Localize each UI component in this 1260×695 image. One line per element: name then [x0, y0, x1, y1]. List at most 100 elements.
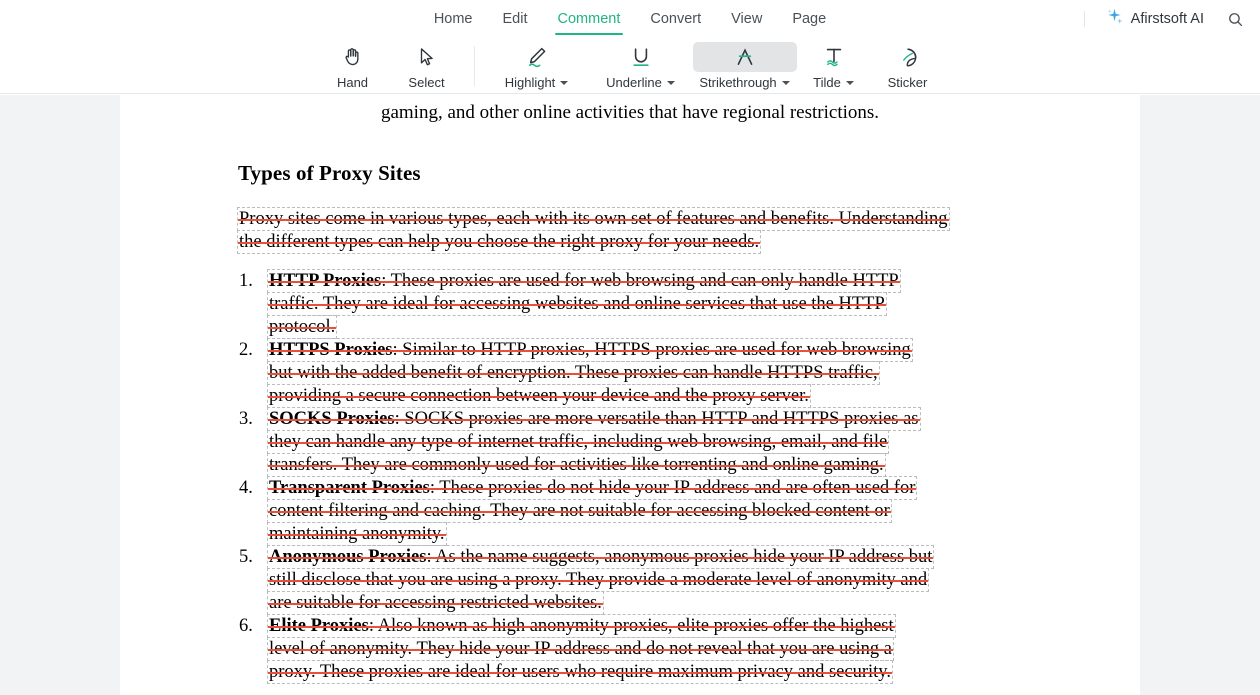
strikethrough-annotation[interactable]: 2. HTTPS Proxies: Similar to HTTP proxies… [239, 338, 913, 362]
annotated-line[interactable]: Proxy sites come in various types, each … [237, 207, 1022, 231]
strikethrough-annotation[interactable]: they can handle any type of internet tra… [266, 430, 890, 454]
strikethrough-annotation[interactable]: 4. Transparent Proxies: These proxies do … [239, 476, 918, 500]
tool-hand-label: Hand [336, 75, 369, 90]
list-text: : Also known as high anonymity proxies, … [368, 616, 894, 636]
strikethrough-annotation[interactable]: traffic. They are ideal for accessing we… [267, 292, 887, 316]
pdf-page[interactable]: gaming, and other online activities that… [120, 95, 1140, 695]
list-text: : SOCKS proxies are more versatile than … [394, 409, 919, 429]
list-text: : As the name suggests, anonymous proxie… [426, 547, 933, 567]
annotated-line[interactable]: still disclose that you are using a prox… [266, 568, 1022, 592]
list-item[interactable]: 1. HTTP Proxies: These proxies are used f… [238, 269, 1022, 339]
chevron-down-icon[interactable] [845, 81, 854, 85]
chevron-down-icon[interactable] [666, 81, 675, 85]
annotated-line[interactable]: they can handle any type of internet tra… [266, 430, 1022, 454]
list-term: SOCKS Proxies [269, 409, 395, 429]
annotated-line[interactable]: are suitable for accessing restricted we… [267, 591, 1022, 615]
section-heading: Types of Proxy Sites [238, 161, 421, 185]
intro-paragraph[interactable]: Proxy sites come in various types, each … [236, 207, 1022, 254]
sparkle-icon [1105, 7, 1124, 31]
strikethrough-annotation[interactable]: level of anonymity. They hide your IP ad… [266, 637, 895, 661]
annotated-line[interactable]: content filtering and caching. They are … [267, 499, 1022, 523]
strikethrough-annotation[interactable]: 5. Anonymous Proxies: As the name suggest… [239, 545, 935, 569]
tool-tilde[interactable]: Tilde [797, 41, 871, 90]
annotated-line[interactable]: 2. HTTPS Proxies: Similar to HTTP proxies… [239, 338, 1022, 362]
strikethrough-annotation[interactable]: but with the added benefit of encryption… [267, 361, 880, 385]
list-number: 4. [239, 478, 253, 498]
menu-tab-view[interactable]: View [730, 2, 763, 36]
menu-tab-list: Home Edit Comment Convert View Page [433, 2, 827, 36]
chevron-down-icon[interactable] [781, 81, 790, 85]
annotated-line[interactable]: 5. Anonymous Proxies: As the name suggest… [239, 545, 1022, 569]
strikethrough-annotation[interactable]: content filtering and caching. They are … [267, 499, 892, 523]
menu-tab-page[interactable]: Page [791, 2, 827, 36]
annotated-line[interactable]: transfers. They are commonly used for ac… [267, 453, 1022, 477]
strikethrough-annotation[interactable]: are suitable for accessing restricted we… [267, 591, 604, 615]
strikethrough-annotation[interactable]: transfers. They are commonly used for ac… [267, 453, 886, 477]
annotated-line[interactable]: the different types can help you choose … [236, 230, 1022, 254]
annotated-line[interactable]: 4. Transparent Proxies: These proxies do … [239, 476, 1022, 500]
strikethrough-annotation[interactable]: providing a secure connection between yo… [267, 384, 811, 408]
annotated-line[interactable]: providing a secure connection between yo… [267, 384, 1022, 408]
tool-select-label: Select [408, 75, 445, 90]
document-viewer[interactable]: gaming, and other online activities that… [0, 95, 1260, 695]
list-item[interactable]: 5. Anonymous Proxies: As the name suggest… [238, 545, 1022, 615]
strikethrough-annotation[interactable]: Proxy sites come in various types, each … [237, 207, 950, 231]
list-term: Transparent Proxies [269, 478, 430, 498]
list-item[interactable]: 4. Transparent Proxies: These proxies do … [238, 476, 1022, 546]
strikethrough-caret-icon [692, 42, 797, 72]
list-number: 3. [239, 409, 253, 429]
tool-sticker[interactable]: Sticker [871, 41, 945, 90]
tool-underline-label: Underline [606, 75, 675, 90]
list-item[interactable]: 3. SOCKS Proxies: SOCKS proxies are more … [238, 407, 1022, 477]
annotated-line[interactable]: proxy. These proxies are ideal for users… [267, 660, 1022, 684]
tool-highlight[interactable]: Highlight [485, 41, 589, 90]
list-item[interactable]: 2. HTTPS Proxies: Similar to HTTP proxies… [238, 338, 1022, 408]
annotated-line[interactable]: maintaining anonymity. [267, 522, 1022, 546]
paragraph-continuation-line: gaming, and other online activities that… [380, 102, 880, 123]
sticker-icon [871, 42, 945, 72]
menu-tab-comment[interactable]: Comment [554, 2, 624, 36]
tool-underline[interactable]: Underline [589, 41, 693, 90]
strikethrough-annotation[interactable]: still disclose that you are using a prox… [266, 568, 930, 592]
annotated-line[interactable]: 6. Elite Proxies: Also known as high anon… [239, 614, 1022, 638]
list-number: 1. [239, 271, 253, 291]
tool-select[interactable]: Select [390, 41, 464, 90]
strikethrough-annotation[interactable]: protocol. [266, 315, 338, 339]
annotated-line[interactable]: protocol. [266, 315, 1022, 339]
strikethrough-annotation[interactable]: 3. SOCKS Proxies: SOCKS proxies are more … [239, 407, 921, 431]
tool-hand[interactable]: Hand [316, 41, 390, 90]
annotated-line[interactable]: traffic. They are ideal for accessing we… [267, 292, 1022, 316]
list-term: HTTPS Proxies [269, 340, 393, 360]
annotated-line[interactable]: 3. SOCKS Proxies: SOCKS proxies are more … [239, 407, 1022, 431]
annotated-line[interactable]: but with the added benefit of encryption… [267, 361, 1022, 385]
strikethrough-annotation[interactable]: 6. Elite Proxies: Also known as high anon… [239, 614, 896, 638]
tool-tilde-label: Tilde [813, 75, 854, 90]
strikethrough-annotation[interactable]: proxy. These proxies are ideal for users… [267, 660, 893, 684]
underline-icon [589, 42, 693, 72]
list-number: 5. [239, 547, 253, 567]
chevron-down-icon[interactable] [560, 81, 569, 85]
list-text: : These proxies do not hide your IP addr… [429, 478, 916, 498]
comment-tool-ribbon: Hand Select Highlight Underline Striketh… [0, 38, 1260, 94]
strikethrough-annotation[interactable]: 1. HTTP Proxies: These proxies are used f… [239, 269, 901, 293]
list-item[interactable]: 6. Elite Proxies: Also known as high anon… [238, 614, 1022, 684]
list-term: HTTP Proxies [269, 271, 382, 291]
tool-sticker-label: Sticker [887, 75, 928, 90]
strikethrough-annotation[interactable]: the different types can help you choose … [236, 230, 762, 254]
search-icon[interactable] [1224, 8, 1246, 30]
menu-tab-convert[interactable]: Convert [649, 2, 702, 36]
proxy-types-list: 1. HTTP Proxies: These proxies are used f… [238, 269, 1022, 684]
main-menubar: Home Edit Comment Convert View Page Afir… [0, 0, 1260, 38]
highlighter-pen-icon [485, 42, 589, 72]
afirstsoft-ai-label: Afirstsoft AI [1130, 11, 1204, 27]
cursor-arrow-icon [390, 42, 464, 72]
menubar-divider [1083, 11, 1085, 27]
afirstsoft-ai-button[interactable]: Afirstsoft AI [1099, 3, 1210, 35]
tool-strikethrough-label: Strikethrough [699, 75, 790, 90]
strikethrough-annotation[interactable]: maintaining anonymity. [267, 522, 447, 546]
annotated-line[interactable]: 1. HTTP Proxies: These proxies are used f… [239, 269, 1022, 293]
tool-strikethrough[interactable]: Strikethrough [692, 41, 797, 90]
annotated-line[interactable]: level of anonymity. They hide your IP ad… [266, 637, 1022, 661]
menu-tab-home[interactable]: Home [433, 2, 474, 36]
menu-tab-edit[interactable]: Edit [502, 2, 529, 36]
